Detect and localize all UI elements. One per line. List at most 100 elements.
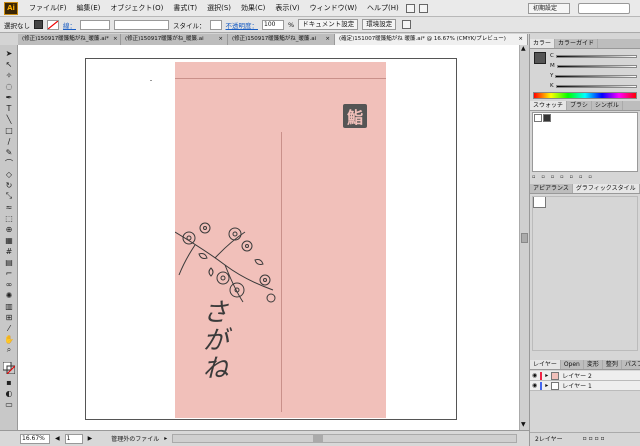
line-tool-icon[interactable]: ╲ [3, 114, 15, 124]
artboard-number[interactable]: 1 [64, 433, 83, 444]
preferences-button[interactable]: 環境設定 [362, 19, 397, 30]
menu-file[interactable]: ファイル(F) [24, 3, 72, 13]
mesh-tool-icon[interactable]: # [3, 246, 15, 256]
column-graph-tool-icon[interactable]: ▥ [3, 301, 15, 311]
tab-graphic-styles[interactable]: グラフィックスタイル [572, 184, 640, 193]
close-icon[interactable]: × [113, 34, 118, 45]
blend-tool-icon[interactable]: ∞ [3, 279, 15, 289]
horizontal-scrollbar[interactable] [172, 434, 517, 443]
tab-color-guide[interactable]: カラーガイド [555, 39, 599, 48]
doc-tab-2[interactable]: (修正)150917暖簾がね_暖簾.ai × [121, 34, 228, 45]
menu-select[interactable]: 選択(S) [202, 3, 236, 13]
warp-tool-icon[interactable]: ≈ [3, 202, 15, 212]
tab-swatches[interactable]: スウォッチ [530, 101, 568, 110]
status-menu-icon[interactable]: ▸ [164, 435, 167, 442]
eyedropper-tool-icon[interactable]: ⌐ [3, 268, 15, 278]
layer-name[interactable]: レイヤー 1 [562, 381, 592, 390]
lasso-tool-icon[interactable]: ◌ [3, 81, 15, 91]
close-icon[interactable]: × [518, 34, 523, 45]
selection-tool-icon[interactable]: ➤ [3, 48, 15, 58]
type-tool-icon[interactable]: T [3, 103, 15, 113]
tab-align[interactable]: 整列 [603, 360, 622, 369]
shape-builder-tool-icon[interactable]: ⊕ [3, 224, 15, 234]
slider-track[interactable] [556, 64, 637, 68]
scroll-thumb[interactable] [521, 233, 528, 243]
tab-brushes[interactable]: ブラシ [567, 101, 592, 110]
doc-tab-3[interactable]: (修正)150917暖簾鮨がね_暖簾.ai × [228, 34, 335, 45]
hand-tool-icon[interactable]: ✋ [3, 334, 15, 344]
scroll-down-arrow-icon[interactable]: ▼ [521, 421, 526, 428]
tab-symbols[interactable]: シンボル [592, 101, 623, 110]
close-icon[interactable]: × [218, 34, 223, 45]
free-transform-tool-icon[interactable]: ⬚ [3, 213, 15, 223]
draw-mode-icon[interactable]: ◐ [3, 388, 15, 398]
document-settings-button[interactable]: ドキュメント設定 [298, 19, 359, 30]
swatch-none[interactable] [534, 114, 542, 122]
panel-menu-icon[interactable] [402, 20, 412, 29]
stroke-label[interactable]: 線： [63, 20, 76, 30]
rotate-tool-icon[interactable]: ↻ [3, 180, 15, 190]
h-scroll-thumb[interactable] [313, 435, 324, 442]
layer-row[interactable]: ◉ ▸ レイヤー 1 [530, 381, 640, 391]
stroke-weight-input[interactable] [80, 19, 110, 30]
artboard-tool-icon[interactable]: ⊞ [3, 312, 15, 322]
pen-tool-icon[interactable]: ✒ [3, 92, 15, 102]
scale-tool-icon[interactable]: ⤡ [3, 191, 15, 201]
menu-type[interactable]: 書式(T) [168, 3, 202, 13]
pencil-tool-icon[interactable]: ✎ [3, 147, 15, 157]
prev-artboard-icon[interactable]: ◀ [55, 435, 60, 442]
gradient-tool-icon[interactable]: ▤ [3, 257, 15, 267]
fill-stroke-swatches[interactable] [3, 362, 15, 374]
slider-k[interactable]: K [550, 82, 637, 90]
layer-name[interactable]: レイヤー 2 [562, 371, 592, 380]
color-mode-icon[interactable]: ▪ [3, 377, 15, 387]
menu-help[interactable]: ヘルプ(H) [362, 3, 404, 13]
zoom-tool-icon[interactable]: ⌕ [3, 345, 15, 355]
tab-layers[interactable]: レイヤー [530, 360, 561, 369]
menu-effect[interactable]: 効果(C) [236, 3, 270, 13]
perspective-grid-tool-icon[interactable]: ▦ [3, 235, 15, 245]
doc-tab-1[interactable]: (修正)150917暖簾鮨がね_暖簾.ai* × [18, 34, 121, 45]
screen-mode-icon[interactable]: ▭ [3, 399, 15, 409]
style-select[interactable] [209, 19, 222, 30]
color-fill-stroke[interactable] [534, 52, 546, 64]
tab-open[interactable]: Open [561, 360, 584, 369]
rectangle-tool-icon[interactable]: □ [3, 125, 15, 135]
slice-tool-icon[interactable]: ⁄ [3, 323, 15, 333]
magic-wand-tool-icon[interactable]: ✧ [3, 70, 15, 80]
tab-transform[interactable]: 変形 [584, 360, 603, 369]
search-input[interactable] [578, 3, 630, 14]
paintbrush-tool-icon[interactable]: ∕ [3, 136, 15, 146]
eraser-tool-icon[interactable]: ◇ [3, 169, 15, 179]
expand-triangle-icon[interactable]: ▸ [545, 382, 548, 389]
next-artboard-icon[interactable]: ▶ [88, 435, 93, 442]
menu-object[interactable]: オブジェクト(O) [105, 3, 168, 13]
eye-icon[interactable]: ◉ [532, 382, 537, 389]
stroke-swatch[interactable] [47, 19, 59, 30]
menu-window[interactable]: ウィンドウ(W) [305, 3, 362, 13]
eye-icon[interactable]: ◉ [532, 372, 537, 379]
layer-actions-icon[interactable]: ▫ ▫ ▫ ▫ [583, 435, 605, 442]
expand-triangle-icon[interactable]: ▸ [545, 372, 548, 379]
layer-row[interactable]: ◉ ▸ レイヤー 2 [530, 371, 640, 381]
slider-track[interactable] [555, 54, 637, 58]
scroll-up-arrow-icon[interactable]: ▲ [521, 45, 526, 52]
close-icon[interactable]: × [325, 34, 330, 45]
vertical-scrollbar[interactable]: ▲ ▼ [519, 45, 529, 430]
fill-swatch[interactable] [34, 20, 43, 29]
color-spectrum[interactable] [533, 92, 637, 99]
opacity-label[interactable]: 不透明度： [226, 20, 259, 30]
slider-c[interactable]: C [550, 52, 637, 60]
tab-appearance[interactable]: アピアランス [530, 184, 573, 193]
arrange-docs-icon[interactable] [418, 3, 428, 13]
tab-pathfinder[interactable]: パスフ [622, 360, 640, 369]
variable-width-select[interactable] [114, 19, 169, 30]
noren-artwork[interactable]: 鮨 さがね [175, 62, 386, 418]
swatch-registration[interactable] [543, 114, 551, 122]
swatch-list[interactable] [532, 112, 638, 172]
menu-view[interactable]: 表示(V) [270, 3, 304, 13]
slider-track[interactable] [555, 84, 637, 88]
opacity-input[interactable]: 100 [262, 19, 284, 30]
canvas-area[interactable]: 鮨 さがね [18, 45, 519, 430]
menu-edit[interactable]: 編集(E) [72, 3, 106, 13]
